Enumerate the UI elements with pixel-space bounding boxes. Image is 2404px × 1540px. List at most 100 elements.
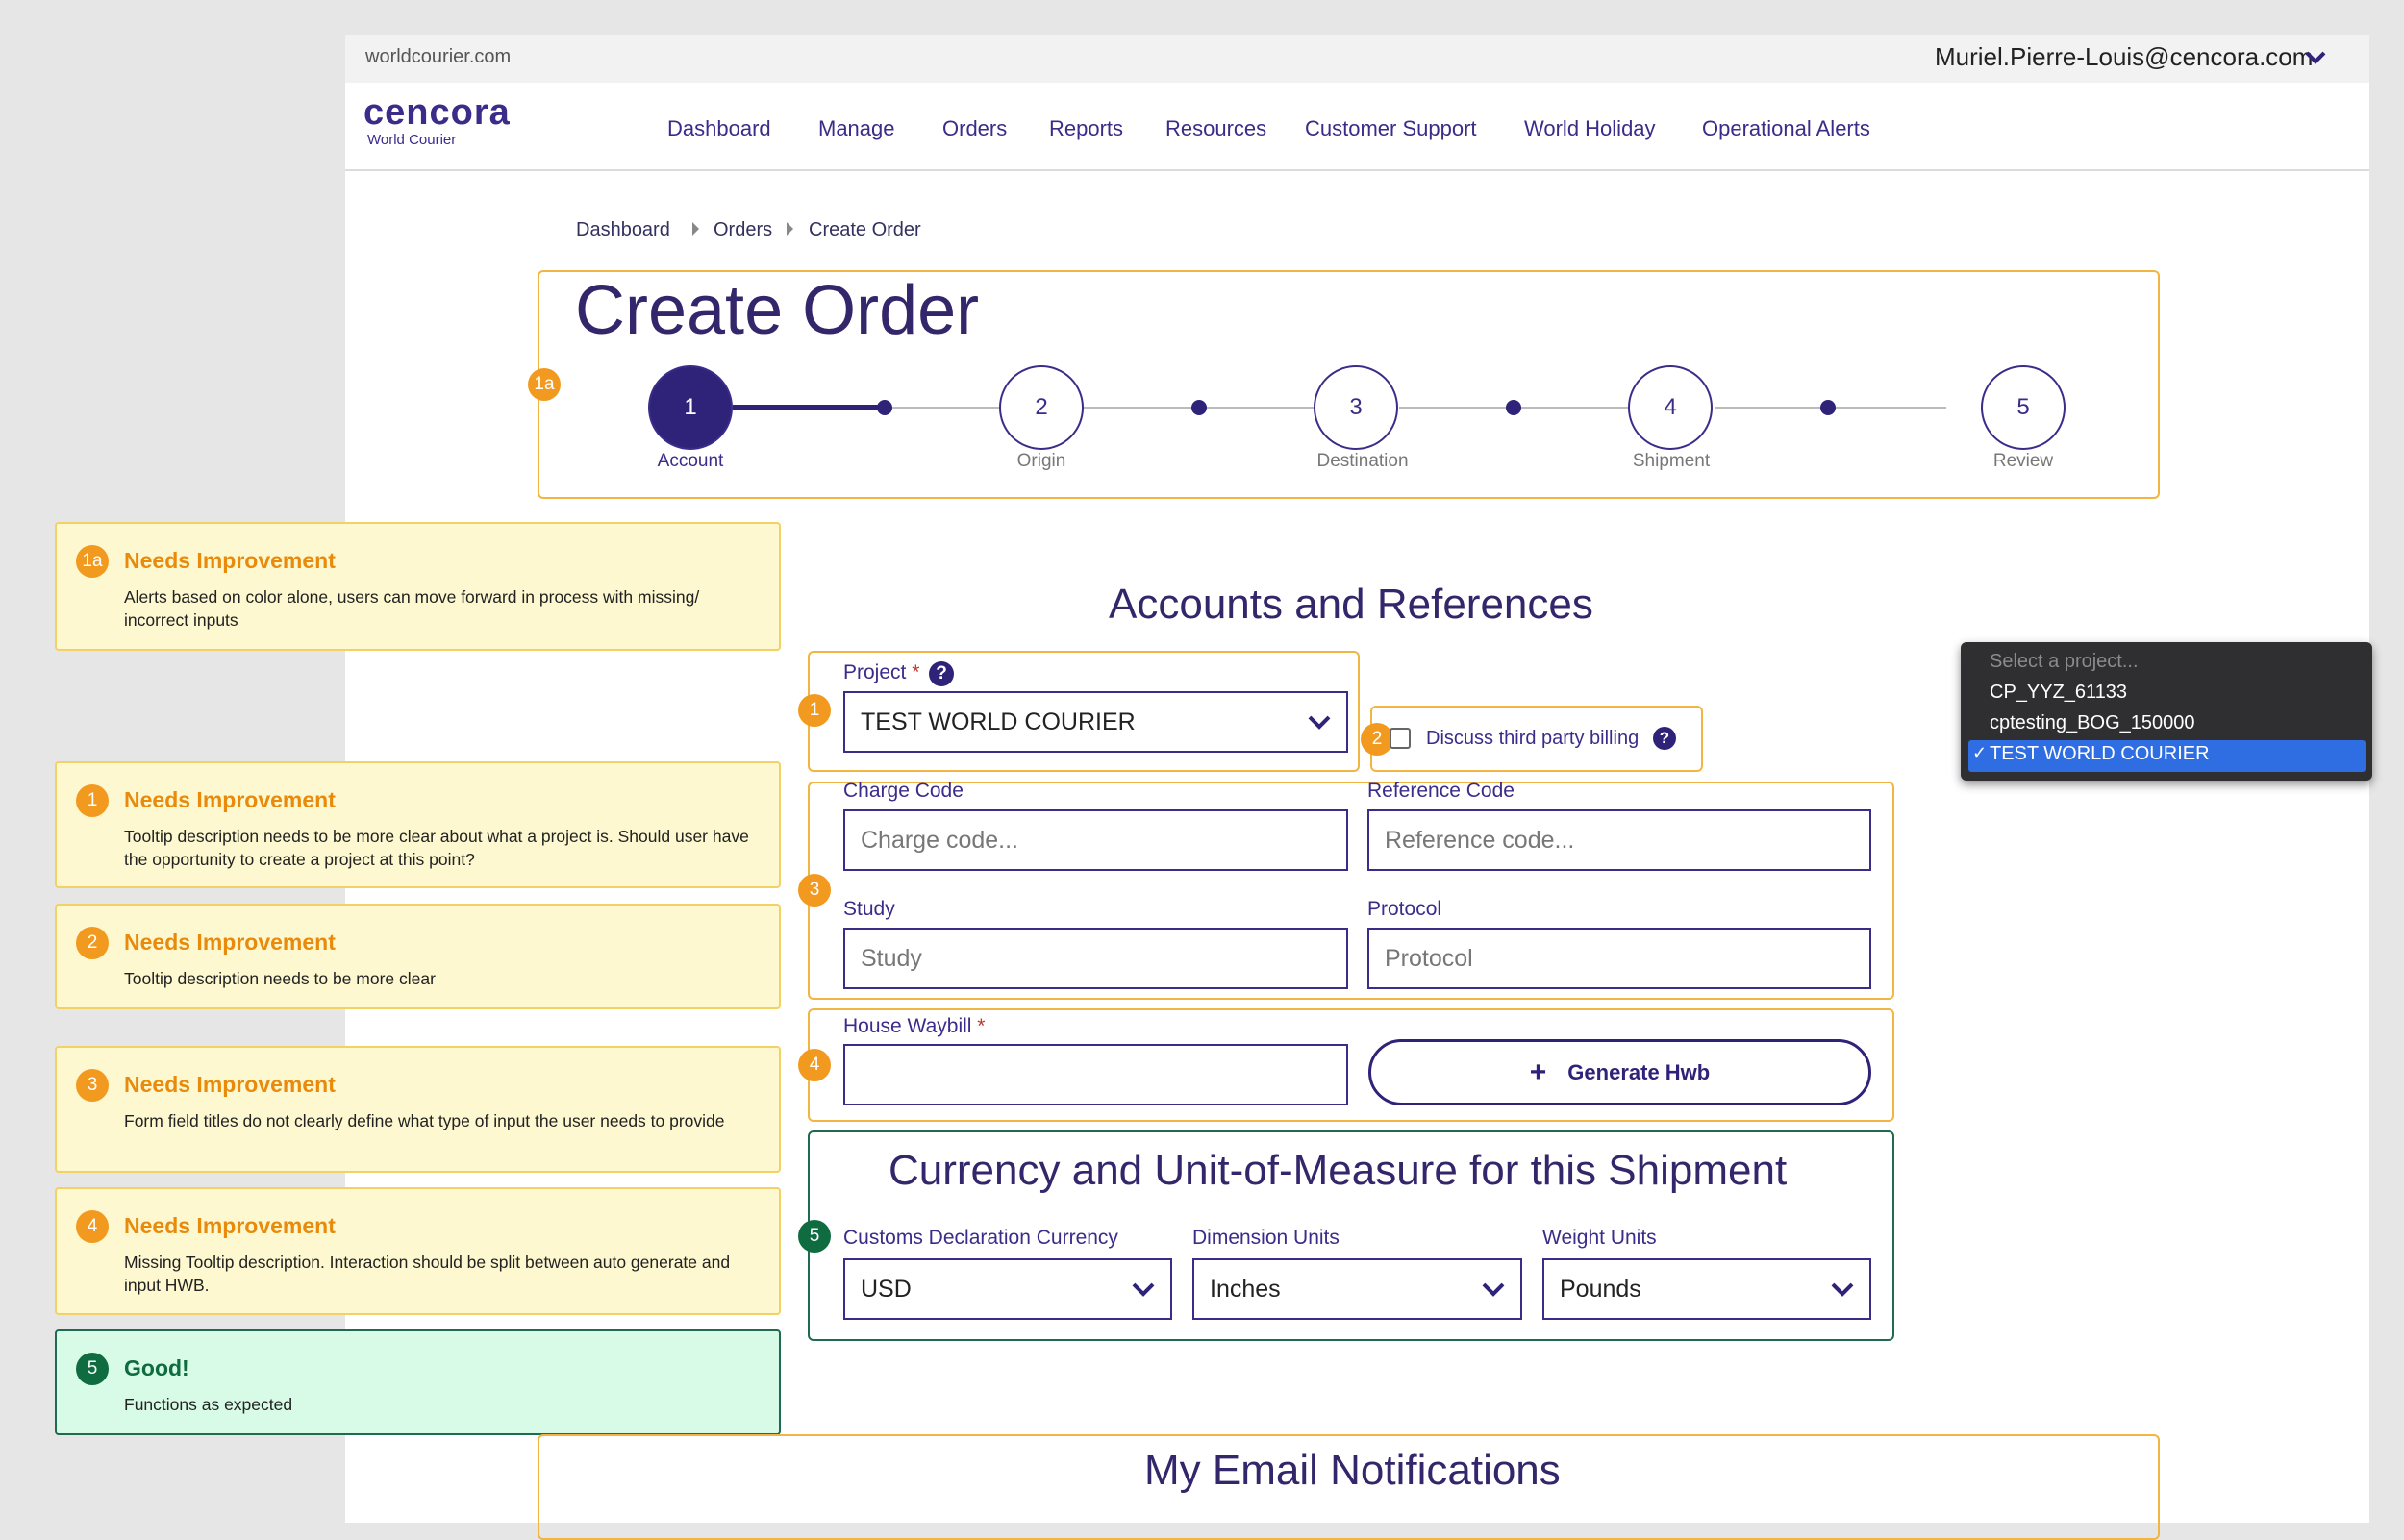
dropdown-option[interactable]: cptesting_BOG_150000 [1990,712,2195,734]
note-body: Alerts based on color alone, users can m… [124,587,700,630]
weight-units-label: Weight Units [1542,1227,1657,1249]
annotation-marker-3: 3 [798,874,831,907]
breadcrumb-orders[interactable]: Orders [714,219,772,241]
chevron-down-icon [1831,1282,1854,1297]
help-icon[interactable]: ? [1653,727,1676,750]
house-waybill-input[interactable] [843,1044,1348,1105]
third-party-billing-label[interactable]: Discuss third party billing [1426,728,1639,750]
project-label: Project * [843,661,919,684]
help-icon[interactable]: ? [929,661,954,686]
step-2-circle[interactable]: 2 [999,365,1084,450]
note-5: 5 Good! Functions as expected [55,1329,781,1435]
annotation-marker-2: 2 [1361,723,1393,756]
step-5-circle[interactable]: 5 [1981,365,2066,450]
project-select-value: TEST WORLD COURIER [861,708,1136,735]
nav-dashboard[interactable]: Dashboard [667,116,771,141]
required-marker: * [977,1015,986,1037]
nav-reports[interactable]: Reports [1049,116,1123,141]
annotation-marker-1: 1 [798,694,831,727]
dropdown-option[interactable]: CP_YYZ_61133 [1990,682,2127,704]
breadcrumb-dashboard[interactable]: Dashboard [576,219,670,241]
customs-currency-select[interactable]: USD [843,1258,1172,1320]
protocol-input[interactable]: Protocol [1367,928,1871,989]
breadcrumb-separator-icon [692,222,699,236]
logo[interactable]: cencora [363,92,511,134]
note-body: Functions as expected [124,1395,293,1414]
note-title: Good! [124,1355,189,1380]
chevron-down-icon[interactable] [2304,48,2327,67]
note-2: 2 Needs Improvement Tooltip description … [55,904,781,1009]
annotation-marker-1a: 1a [76,545,109,578]
generate-hwb-label: Generate Hwb [1567,1059,1711,1084]
page-title: Create Order [575,272,980,349]
nav-manage[interactable]: Manage [818,116,895,141]
third-party-billing-checkbox[interactable] [1390,728,1411,749]
reference-code-label: Reference Code [1367,780,1515,802]
nav-orders[interactable]: Orders [942,116,1007,141]
protocol-label: Protocol [1367,898,1442,920]
note-body: Missing Tooltip description. Interaction… [124,1253,731,1295]
step-3-circle[interactable]: 3 [1314,365,1398,450]
step-4-label: Shipment [1632,451,1711,471]
annotation-marker-4: 4 [76,1210,109,1243]
stepper-dot [1820,400,1836,415]
nav-operational-alerts[interactable]: Operational Alerts [1702,116,1870,141]
annotation-marker-4: 4 [798,1049,831,1081]
section-title-email: My Email Notifications [1144,1447,1561,1494]
project-select[interactable]: TEST WORLD COURIER [843,691,1348,753]
annotation-marker-5: 5 [76,1353,109,1385]
charge-code-input[interactable]: Charge code... [843,809,1348,871]
breadcrumb-current: Create Order [809,219,921,240]
nav-divider [345,169,2369,171]
annotation-marker-3: 3 [76,1069,109,1102]
note-1: 1 Needs Improvement Tooltip description … [55,761,781,888]
dropdown-placeholder: Select a project... [1990,651,2139,672]
stepper-dot [1191,400,1207,415]
note-body: Tooltip description needs to be more cle… [124,969,436,988]
logo-subtitle: World Courier [367,132,457,148]
stepper-dot [1506,400,1521,415]
step-1-circle[interactable]: 1 [648,365,733,450]
stepper-progress-line [733,405,887,410]
annotation-marker-1a: 1a [528,368,561,401]
weight-units-select[interactable]: Pounds [1542,1258,1871,1320]
stepper-line [887,407,999,409]
checkmark-icon: ✓ [1972,743,1988,762]
dimension-units-select[interactable]: Inches [1192,1258,1522,1320]
step-4-circle[interactable]: 4 [1628,365,1713,450]
user-menu[interactable]: Muriel.Pierre-Louis@cencora.com [1935,42,2313,72]
chevron-down-icon [1482,1282,1505,1297]
plus-icon: + [1529,1056,1547,1088]
customs-currency-value: USD [861,1275,912,1303]
study-label: Study [843,898,895,920]
study-input[interactable]: Study [843,928,1348,989]
note-title: Needs Improvement [124,1072,336,1097]
note-1a: 1a Needs Improvement Alerts based on col… [55,522,781,651]
note-title: Needs Improvement [124,1213,336,1238]
required-marker: * [912,661,920,683]
charge-code-label: Charge Code [843,780,964,802]
annotation-marker-1: 1 [76,784,109,817]
dropdown-option-selected[interactable]: TEST WORLD COURIER [1990,743,2210,765]
project-label-text: Project [843,661,907,683]
generate-hwb-button[interactable]: + Generate Hwb [1368,1039,1871,1105]
nav-world-holiday[interactable]: World Holiday [1524,116,1656,141]
reference-code-input[interactable]: Reference code... [1367,809,1871,871]
section-title-accounts: Accounts and References [1109,581,1593,628]
customs-currency-label: Customs Declaration Currency [843,1227,1118,1249]
section-title-currency: Currency and Unit-of-Measure for this Sh… [889,1147,1788,1194]
annotation-marker-5: 5 [798,1220,831,1253]
step-3-label: Destination [1316,451,1409,471]
stepper-dot [877,400,892,415]
weight-units-value: Pounds [1560,1275,1641,1303]
annotation-marker-2: 2 [76,927,109,959]
step-2-label: Origin [1016,451,1066,471]
note-title: Needs Improvement [124,930,336,955]
note-4: 4 Needs Improvement Missing Tooltip desc… [55,1187,781,1315]
nav-customer-support[interactable]: Customer Support [1305,116,1477,141]
nav-resources[interactable]: Resources [1165,116,1266,141]
note-body: Tooltip description needs to be more cle… [124,827,749,869]
step-1-label: Account [657,451,724,471]
note-body: Form field titles do not clearly define … [124,1111,725,1130]
house-waybill-label: House Waybill * [843,1015,985,1038]
